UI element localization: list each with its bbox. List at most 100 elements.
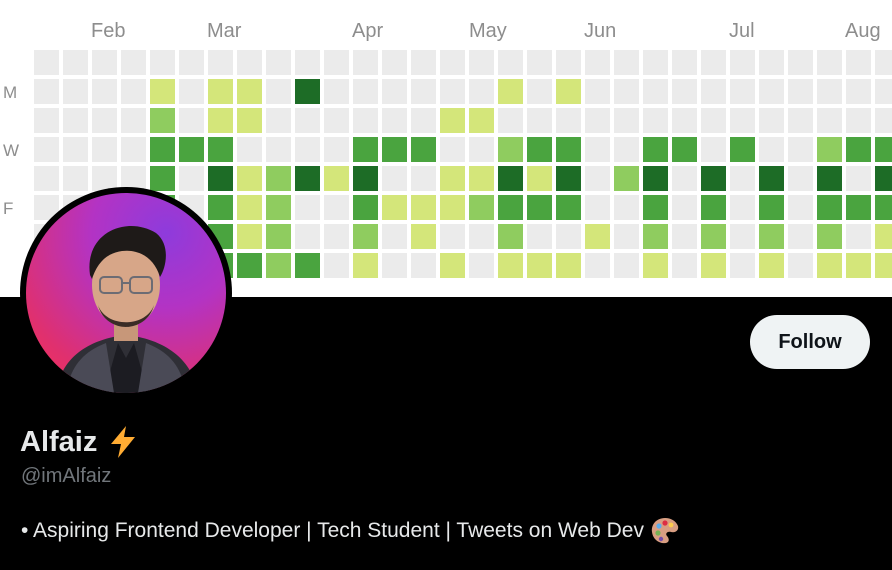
contribution-cell — [498, 50, 523, 75]
contribution-cell — [353, 79, 378, 104]
month-label-mar: Mar — [207, 20, 242, 42]
contribution-cell — [556, 137, 581, 162]
contribution-cell — [614, 224, 639, 249]
contribution-cell — [585, 253, 610, 278]
contribution-cell — [817, 79, 842, 104]
contribution-cell — [295, 79, 320, 104]
contribution-cell — [585, 166, 610, 191]
contribution-cell — [411, 224, 436, 249]
contribution-cell — [266, 195, 291, 220]
contribution-cell — [556, 195, 581, 220]
contribution-cell — [179, 137, 204, 162]
contribution-cell — [411, 195, 436, 220]
contribution-cell — [353, 195, 378, 220]
contribution-cell — [730, 166, 755, 191]
contribution-cell — [556, 166, 581, 191]
contribution-cell — [875, 195, 892, 220]
avatar[interactable] — [26, 193, 226, 393]
contribution-cell — [34, 137, 59, 162]
contribution-cell — [846, 195, 871, 220]
contribution-cell — [324, 253, 349, 278]
contribution-cell — [63, 137, 88, 162]
contribution-cell — [875, 224, 892, 249]
contribution-cell — [34, 108, 59, 133]
contribution-cell — [266, 137, 291, 162]
contribution-cell — [208, 50, 233, 75]
contribution-cell — [875, 50, 892, 75]
contribution-cell — [469, 50, 494, 75]
contribution-cell — [527, 137, 552, 162]
contribution-cell — [498, 79, 523, 104]
follow-button[interactable]: Follow — [750, 315, 870, 369]
contribution-cell — [324, 79, 349, 104]
contribution-cell — [411, 166, 436, 191]
contribution-cell — [266, 108, 291, 133]
contribution-cell — [382, 50, 407, 75]
month-label-feb: Feb — [91, 20, 126, 42]
contribution-cell — [527, 195, 552, 220]
contribution-cell — [788, 137, 813, 162]
contribution-cell — [353, 166, 378, 191]
contribution-cell — [556, 108, 581, 133]
contribution-cell — [469, 253, 494, 278]
contribution-cell — [440, 108, 465, 133]
contribution-cell — [846, 166, 871, 191]
contribution-cell — [556, 50, 581, 75]
avatar-person-icon — [56, 226, 198, 393]
contribution-cell — [324, 166, 349, 191]
contribution-cell — [237, 195, 262, 220]
month-label-aug: Aug — [845, 20, 881, 42]
contribution-cell — [237, 137, 262, 162]
contribution-cell — [237, 253, 262, 278]
contribution-cell — [846, 50, 871, 75]
contribution-cell — [295, 224, 320, 249]
contribution-cell — [324, 224, 349, 249]
contribution-cell — [527, 166, 552, 191]
contribution-cell — [730, 224, 755, 249]
contribution-cell — [237, 224, 262, 249]
contribution-cell — [585, 224, 610, 249]
day-label-mon: M — [3, 83, 18, 102]
bio-row: • Aspiring Frontend Developer | Tech Stu… — [21, 516, 680, 546]
contribution-cell — [469, 79, 494, 104]
contribution-cell — [701, 253, 726, 278]
display-name-row: Alfaiz — [20, 424, 141, 460]
contribution-cell — [63, 166, 88, 191]
contribution-cell — [498, 195, 523, 220]
contribution-cell — [382, 137, 407, 162]
contribution-cell — [788, 195, 813, 220]
contribution-cell — [440, 166, 465, 191]
contribution-cell — [672, 108, 697, 133]
contribution-cell — [34, 166, 59, 191]
contribution-cell — [788, 224, 813, 249]
contribution-cell — [324, 195, 349, 220]
contribution-cell — [556, 253, 581, 278]
contribution-cell — [672, 224, 697, 249]
contribution-cell — [875, 108, 892, 133]
contribution-cell — [150, 108, 175, 133]
contribution-cell — [846, 79, 871, 104]
contribution-cell — [121, 137, 146, 162]
contribution-cell — [92, 137, 117, 162]
contribution-cell — [179, 50, 204, 75]
contribution-cell — [498, 166, 523, 191]
month-label-jun: Jun — [584, 20, 617, 42]
contribution-cell — [92, 50, 117, 75]
contribution-cell — [643, 253, 668, 278]
contribution-cell — [382, 108, 407, 133]
contribution-cell — [440, 253, 465, 278]
contribution-cell — [208, 79, 233, 104]
contribution-cell — [672, 166, 697, 191]
contribution-cell — [585, 79, 610, 104]
contribution-cell — [875, 253, 892, 278]
contribution-cell — [63, 50, 88, 75]
contribution-cell — [382, 166, 407, 191]
contribution-cell — [295, 108, 320, 133]
month-label-jul: Jul — [729, 20, 755, 42]
contribution-cell — [614, 50, 639, 75]
contribution-cell — [527, 108, 552, 133]
contribution-cell — [614, 195, 639, 220]
contribution-cell — [672, 50, 697, 75]
bio-text: • Aspiring Frontend Developer | Tech Stu… — [21, 519, 644, 542]
contribution-cell — [208, 108, 233, 133]
